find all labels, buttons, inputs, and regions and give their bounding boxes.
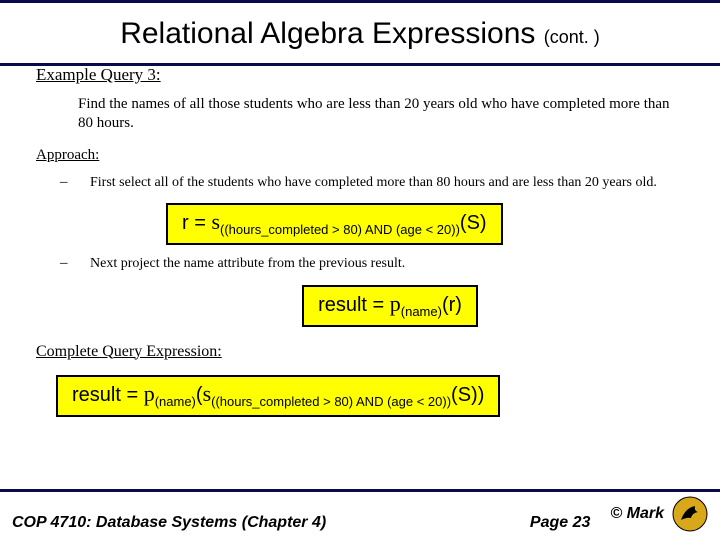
formula1-wrap: r = s((hours_completed > 80) AND (age < …	[166, 197, 684, 255]
formula3-wrap: result = p(name)(s((hours_completed > 80…	[56, 369, 684, 427]
bullet-row-1: – First select all of the students who h…	[60, 174, 684, 192]
formula-box-3: result = p(name)(s((hours_completed > 80…	[56, 375, 500, 417]
divider-top	[0, 63, 720, 66]
bullet-text-2: Next project the name attribute from the…	[90, 255, 405, 273]
formula2-wrap: result = p(name)(r)	[96, 279, 684, 337]
pi-icon: p	[144, 381, 155, 406]
formula-3: result = p(name)(s((hours_completed > 80…	[72, 384, 484, 406]
f3-open: (	[196, 384, 203, 406]
f1-rel: (S)	[460, 212, 487, 234]
footer-right: © Mark	[610, 496, 708, 532]
footer-copyright: © Mark	[610, 505, 664, 523]
f1-lhs: r =	[182, 212, 211, 234]
f2-rel: (r)	[442, 294, 462, 316]
f2-sub: (name)	[401, 304, 442, 319]
content-area: Example Query 3: Find the names of all t…	[0, 59, 720, 427]
slide: Relational Algebra Expressions (cont. ) …	[0, 0, 720, 540]
f3-sub2: ((hours_completed > 80) AND (age < 20))	[211, 394, 451, 409]
formula-2: result = p(name)(r)	[318, 294, 462, 316]
formula-box-1: r = s((hours_completed > 80) AND (age < …	[166, 203, 503, 245]
f3-sub1: (name)	[155, 394, 196, 409]
title-cont: (cont. )	[544, 27, 600, 47]
formula-1: r = s((hours_completed > 80) AND (age < …	[182, 212, 487, 234]
sigma-icon: s	[203, 381, 212, 406]
example-heading: Example Query 3:	[36, 65, 684, 85]
bullet-dash: –	[60, 174, 90, 192]
pegasus-logo-icon	[672, 496, 708, 532]
bullet-row-2: – Next project the name attribute from t…	[60, 255, 684, 273]
sigma-icon: s	[211, 209, 220, 234]
formula-box-2: result = p(name)(r)	[302, 285, 478, 327]
f3-rel: (S))	[451, 384, 484, 406]
pi-icon: p	[390, 291, 401, 316]
footer: COP 4710: Database Systems (Chapter 4) P…	[0, 496, 720, 532]
slide-title: Relational Algebra Expressions (cont. )	[0, 3, 720, 59]
bullet-text-1: First select all of the students who hav…	[90, 174, 657, 192]
footer-course: COP 4710: Database Systems (Chapter 4)	[12, 514, 510, 532]
approach-heading: Approach:	[36, 147, 684, 164]
bullet-dash: –	[60, 255, 90, 273]
complete-heading: Complete Query Expression:	[36, 343, 684, 361]
title-main: Relational Algebra Expressions	[120, 17, 535, 50]
f3-lhs: result =	[72, 384, 144, 406]
f1-sub: ((hours_completed > 80) AND (age < 20))	[220, 222, 460, 237]
footer-page: Page 23	[510, 514, 610, 532]
query-text: Find the names of all those students who…	[78, 95, 684, 133]
f2-lhs: result =	[318, 294, 390, 316]
divider-bottom	[0, 489, 720, 492]
